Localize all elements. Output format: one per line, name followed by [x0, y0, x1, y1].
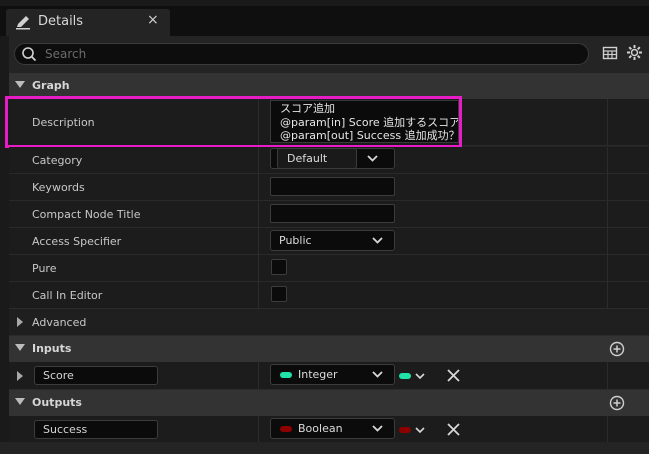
column-divider — [607, 255, 608, 281]
column-divider — [607, 99, 608, 145]
tab-title: Details — [38, 14, 84, 29]
expand-arrow-icon[interactable] — [17, 371, 23, 381]
pure-label: Pure — [32, 262, 57, 275]
input-name: Score — [43, 369, 74, 382]
close-icon[interactable]: × — [147, 12, 159, 28]
chevron-down-icon — [372, 425, 383, 432]
column-divider — [258, 201, 259, 227]
boolean-pin-icon — [280, 426, 292, 432]
access-dropdown[interactable]: Public — [270, 230, 395, 251]
column-divider — [258, 147, 259, 173]
table-view-icon[interactable] — [602, 45, 618, 61]
tab-strip — [0, 0, 649, 6]
column-divider — [607, 174, 608, 200]
container-type-icon[interactable] — [399, 373, 411, 379]
compact-title-field[interactable] — [270, 204, 395, 223]
output-name-field[interactable]: Success — [34, 420, 158, 439]
advanced-label: Advanced — [32, 316, 87, 329]
highlight-box — [5, 96, 462, 148]
remove-output-icon[interactable] — [447, 423, 460, 436]
column-divider — [607, 201, 608, 227]
input-name-field[interactable]: Score — [34, 366, 158, 385]
column-divider — [258, 255, 259, 281]
column-divider — [258, 282, 259, 308]
add-output-icon[interactable] — [609, 395, 625, 411]
input-type: Integer — [298, 368, 338, 381]
column-divider — [258, 416, 259, 443]
column-divider — [258, 362, 259, 389]
output-name: Success — [43, 423, 88, 436]
search-icon — [22, 47, 37, 62]
pure-checkbox[interactable] — [271, 259, 287, 275]
call-in-editor-row: Call In Editor — [9, 282, 649, 309]
tab-bar: Details × — [0, 0, 649, 36]
remove-input-icon[interactable] — [447, 369, 460, 382]
search-input[interactable] — [45, 46, 575, 62]
graph-section-label: Graph — [32, 79, 70, 92]
column-divider — [607, 282, 608, 308]
chevron-down-icon — [367, 155, 378, 162]
gear-icon[interactable] — [626, 44, 643, 61]
inputs-section-label: Inputs — [32, 342, 72, 355]
column-divider — [607, 416, 608, 443]
call-in-editor-checkbox[interactable] — [271, 286, 287, 302]
pure-row: Pure — [9, 255, 649, 282]
add-input-icon[interactable] — [609, 341, 625, 357]
collapse-arrow-icon — [15, 81, 25, 88]
category-value-box[interactable]: Default — [277, 148, 357, 169]
expand-arrow-icon — [17, 317, 23, 327]
keywords-field[interactable] — [270, 177, 395, 196]
collapse-arrow-icon — [15, 398, 25, 405]
access-label: Access Specifier — [32, 235, 122, 248]
outputs-section-label: Outputs — [32, 396, 82, 409]
outputs-section-header[interactable]: Outputs — [9, 390, 649, 416]
keywords-label: Keywords — [32, 181, 85, 194]
column-divider — [258, 228, 259, 254]
inputs-section-header[interactable]: Inputs — [9, 336, 649, 362]
column-divider — [607, 147, 608, 173]
integer-pin-icon — [280, 372, 292, 378]
chevron-down-icon[interactable] — [415, 373, 425, 380]
category-label: Category — [32, 154, 83, 167]
chevron-down-icon — [372, 237, 383, 244]
chevron-down-icon[interactable] — [415, 427, 425, 434]
output-type: Boolean — [298, 422, 343, 435]
call-in-editor-label: Call In Editor — [32, 289, 103, 302]
input-type-dropdown[interactable]: Integer — [270, 364, 395, 385]
compact-title-label: Compact Node Title — [32, 208, 141, 221]
search-row — [0, 36, 649, 72]
pencil-icon — [16, 16, 30, 30]
category-value: Default — [287, 152, 328, 165]
chevron-down-icon — [372, 371, 383, 378]
container-type-icon[interactable] — [399, 427, 411, 433]
details-tab[interactable]: Details × — [6, 9, 170, 36]
search-box[interactable] — [14, 43, 589, 65]
column-divider — [607, 362, 608, 389]
panel-bottom — [0, 442, 649, 454]
column-divider — [607, 228, 608, 254]
access-value: Public — [279, 234, 312, 247]
column-divider — [258, 174, 259, 200]
collapse-arrow-icon — [15, 344, 25, 351]
advanced-row[interactable]: Advanced — [9, 309, 649, 336]
output-type-dropdown[interactable]: Boolean — [270, 418, 395, 439]
